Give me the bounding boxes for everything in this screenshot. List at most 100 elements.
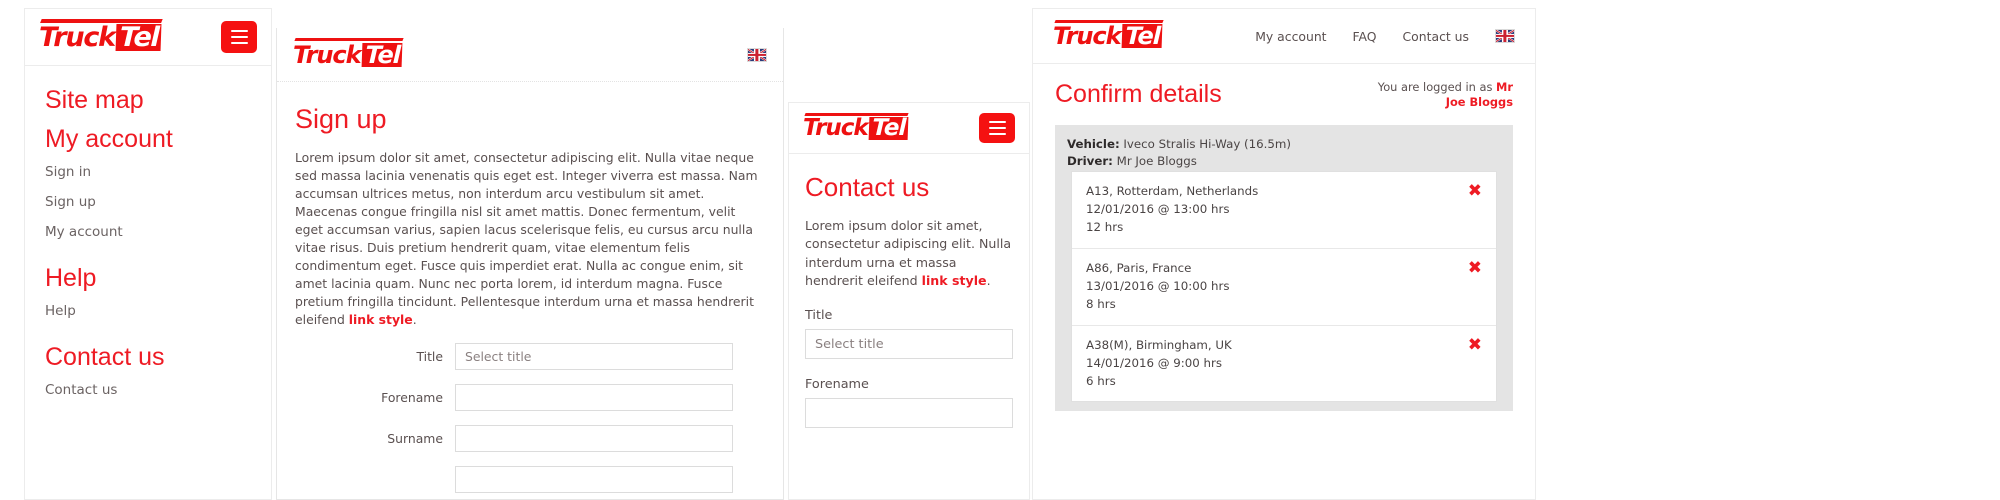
contact-content: Contact us Lorem ipsum dolor sit amet, c… bbox=[788, 154, 1030, 500]
select-title-input[interactable]: Select title bbox=[805, 329, 1013, 359]
route-duration: 8 hrs bbox=[1086, 296, 1116, 311]
sidebar-item-contact-us[interactable]: Contact us bbox=[45, 382, 251, 398]
route-row[interactable]: A38(M), Birmingham, UK 14/01/2016 @ 9:00… bbox=[1072, 326, 1496, 402]
union-jack-flag-icon[interactable] bbox=[747, 47, 767, 62]
forename-input[interactable] bbox=[805, 398, 1013, 428]
trucktel-logo[interactable]: Truck Tel bbox=[39, 21, 163, 53]
route-details: A38(M), Birmingham, UK 14/01/2016 @ 9:00… bbox=[1086, 337, 1232, 391]
link-style-link[interactable]: link style bbox=[922, 273, 987, 288]
mobile-header-bar: Truck Tel bbox=[24, 8, 272, 66]
remove-x-icon[interactable]: ✖ bbox=[1468, 183, 1482, 200]
logo-tel-text: Tel bbox=[361, 41, 403, 69]
paragraph-text: Lorem ipsum dolor sit amet, consectetur … bbox=[295, 150, 758, 327]
route-row[interactable]: A13, Rotterdam, Netherlands 12/01/2016 @… bbox=[1072, 172, 1496, 249]
signup-header-bar: Truck Tel bbox=[277, 28, 783, 82]
sidebar-heading-my-account: My account bbox=[45, 125, 173, 153]
flag-cross bbox=[748, 53, 766, 56]
contact-paragraph: Lorem ipsum dolor sit amet, consectetur … bbox=[805, 217, 1013, 290]
confirm-title-row: Confirm details You are logged in as Mr … bbox=[1055, 80, 1513, 111]
burger-line bbox=[988, 133, 1006, 135]
form-row-surname: Surname bbox=[295, 424, 765, 452]
logo-truck-text: Truck bbox=[293, 40, 362, 69]
logo-tel-text: Tel bbox=[116, 22, 163, 53]
logo-truck-text: Truck bbox=[803, 114, 869, 141]
sidebar-item-help[interactable]: Help bbox=[45, 303, 251, 319]
route-datetime: 12/01/2016 @ 13:00 hrs bbox=[1086, 202, 1230, 217]
remove-x-icon[interactable]: ✖ bbox=[1468, 259, 1482, 277]
top-navigation: My account FAQ Contact us bbox=[1255, 29, 1515, 44]
hamburger-menu-button[interactable] bbox=[979, 113, 1015, 143]
remove-x-icon[interactable]: ✖ bbox=[1468, 336, 1482, 354]
logo-truck-text: Truck bbox=[39, 21, 116, 53]
trucktel-logo[interactable]: Truck Tel bbox=[1053, 22, 1163, 50]
hamburger-menu-button[interactable] bbox=[221, 21, 257, 53]
page-title: Confirm details bbox=[1055, 80, 1222, 108]
responsive-mockup-stage: Truck Tel Site map My account Sign in Sig… bbox=[0, 0, 2000, 500]
panel-mobile-contact: Truck Tel Contact us Lorem ipsum dolor si… bbox=[788, 102, 1030, 500]
route-datetime: 13/01/2016 @ 10:00 hrs bbox=[1086, 278, 1230, 293]
vehicle-row: Vehicle: Iveco Stralis Hi-Way (16.5m) bbox=[1067, 136, 1501, 154]
next-field-input[interactable] bbox=[455, 465, 733, 493]
link-style-link[interactable]: link style bbox=[349, 312, 413, 327]
burger-line bbox=[230, 36, 248, 38]
union-jack-flag-icon[interactable] bbox=[1495, 29, 1515, 43]
route-list: A13, Rotterdam, Netherlands 12/01/2016 @… bbox=[1071, 171, 1497, 403]
field-label-title: Title bbox=[805, 308, 833, 323]
forename-input[interactable] bbox=[455, 383, 733, 411]
logged-in-prefix: You are logged in as bbox=[1377, 80, 1497, 94]
form-row-title: Title Select title bbox=[295, 342, 765, 370]
route-duration: 12 hrs bbox=[1086, 220, 1124, 234]
vehicle-driver-summary: Vehicle: Iveco Stralis Hi-Way (16.5m) Dr… bbox=[1055, 124, 1513, 412]
driver-label: Driver: bbox=[1067, 154, 1113, 169]
trucktel-logo[interactable]: Truck Tel bbox=[293, 40, 403, 69]
route-location: A13, Rotterdam, Netherlands bbox=[1086, 184, 1259, 199]
field-label-forename: Forename bbox=[381, 389, 443, 405]
signup-content: Sign up Lorem ipsum dolor sit amet, cons… bbox=[277, 82, 783, 493]
panel-desktop-confirm: Truck Tel My account FAQ Contact us Confi… bbox=[1032, 8, 1536, 500]
vehicle-label: Vehicle: bbox=[1067, 136, 1120, 151]
driver-value: Mr Joe Bloggs bbox=[1112, 154, 1197, 169]
paragraph-tail: . bbox=[986, 272, 991, 288]
page-title: Contact us bbox=[805, 172, 930, 202]
paragraph-tail: . bbox=[412, 311, 417, 327]
driver-row: Driver: Mr Joe Bloggs bbox=[1067, 153, 1501, 171]
logo-tel-text: Tel bbox=[868, 115, 909, 141]
signup-paragraph: Lorem ipsum dolor sit amet, consectetur … bbox=[295, 149, 765, 329]
contact-header-bar: Truck Tel bbox=[788, 102, 1030, 154]
route-location: A38(M), Birmingham, UK bbox=[1086, 337, 1232, 352]
nav-item-my-account[interactable]: My account bbox=[1255, 29, 1326, 44]
route-datetime: 14/01/2016 @ 9:00 hrs bbox=[1086, 355, 1223, 370]
form-row-forename: Forename bbox=[295, 383, 765, 411]
panel-tablet-signup: Truck Tel Sign up Lorem ipsum dolor sit a… bbox=[276, 28, 784, 500]
burger-line bbox=[988, 127, 1006, 129]
route-details: A86, Paris, France 13/01/2016 @ 10:00 hr… bbox=[1086, 260, 1230, 314]
sidebar-item-my-account[interactable]: My account bbox=[45, 224, 251, 240]
flag-cross bbox=[1496, 34, 1514, 38]
route-location: A86, Paris, France bbox=[1086, 260, 1192, 275]
select-title-input[interactable]: Select title bbox=[455, 342, 733, 370]
burger-line bbox=[230, 42, 248, 44]
trucktel-logo[interactable]: Truck Tel bbox=[803, 114, 909, 141]
burger-line bbox=[230, 30, 248, 32]
route-details: A13, Rotterdam, Netherlands 12/01/2016 @… bbox=[1086, 183, 1258, 237]
surname-input[interactable] bbox=[455, 424, 733, 452]
logged-in-status: You are logged in as Mr Joe Bloggs bbox=[1363, 80, 1513, 111]
route-duration: 6 hrs bbox=[1086, 373, 1116, 388]
field-label-forename: Forename bbox=[805, 377, 869, 392]
route-row[interactable]: A86, Paris, France 13/01/2016 @ 10:00 hr… bbox=[1072, 249, 1496, 326]
nav-item-contact-us[interactable]: Contact us bbox=[1403, 29, 1469, 44]
field-label-surname: Surname bbox=[387, 430, 443, 446]
sidebar-heading-site-map: Site map bbox=[45, 86, 144, 114]
sidebar-item-sign-up[interactable]: Sign up bbox=[45, 194, 251, 210]
nav-item-faq[interactable]: FAQ bbox=[1353, 29, 1377, 44]
page-title: Sign up bbox=[295, 104, 387, 134]
sidebar-heading-contact-us: Contact us bbox=[45, 343, 165, 371]
logo-truck-text: Truck bbox=[1053, 22, 1122, 50]
sidebar-heading-help: Help bbox=[45, 264, 97, 292]
panel-mobile-sitemap: Truck Tel Site map My account Sign in Sig… bbox=[24, 8, 272, 500]
burger-line bbox=[988, 121, 1006, 123]
sidebar-item-sign-in[interactable]: Sign in bbox=[45, 164, 251, 180]
vehicle-value: Iveco Stralis Hi-Way (16.5m) bbox=[1119, 136, 1292, 151]
